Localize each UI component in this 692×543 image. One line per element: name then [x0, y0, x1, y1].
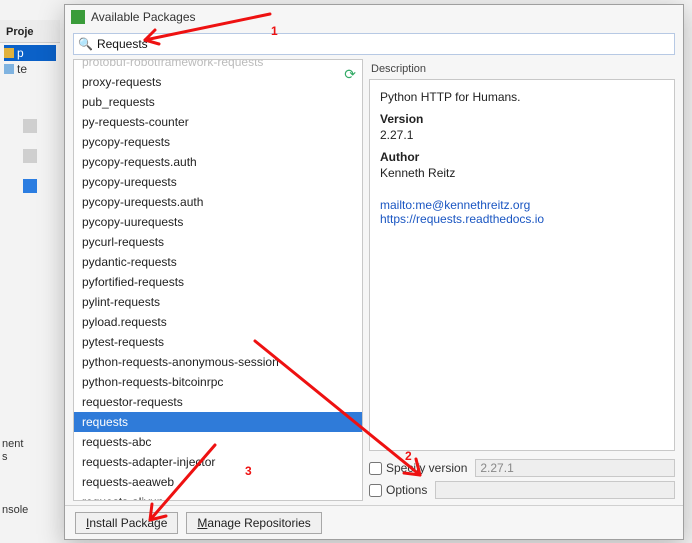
package-list-item[interactable]: pub_requests	[74, 92, 362, 112]
dialog-titlebar: Available Packages	[65, 5, 683, 29]
tool-icon[interactable]	[23, 119, 37, 133]
dialog-title: Available Packages	[91, 10, 196, 24]
search-icon: 🔍	[78, 37, 93, 51]
description-header: Description	[369, 59, 675, 79]
tool-icon[interactable]	[23, 179, 37, 193]
package-list-item[interactable]: requests-adapter-injector	[74, 452, 362, 472]
author-label: Author	[380, 150, 664, 164]
package-summary: Python HTTP for Humans.	[380, 90, 664, 104]
app-icon	[71, 10, 85, 24]
package-list-item[interactable]: pycopy-urequests.auth	[74, 192, 362, 212]
author-value: Kenneth Reitz	[380, 166, 664, 180]
options-checkbox[interactable]: Options	[369, 483, 427, 497]
dialog-footer: Install Package Manage Repositories	[65, 505, 683, 539]
tool-strip	[0, 119, 60, 193]
description-panel: Python HTTP for Humans. Version 2.27.1 A…	[369, 79, 675, 451]
version-label: Version	[380, 112, 664, 126]
package-list-item[interactable]: pycurl-requests	[74, 232, 362, 252]
package-list-item[interactable]: protobuf-robotframework-requests	[74, 60, 362, 72]
reload-icon[interactable]: ⟳	[344, 66, 356, 83]
package-list-item[interactable]: python-requests-bitcoinrpc	[74, 372, 362, 392]
project-sidebar: Proje p te nent s nsole	[0, 20, 60, 520]
install-package-button[interactable]: Install Package	[75, 512, 178, 534]
package-list-item[interactable]: pylint-requests	[74, 292, 362, 312]
package-list-item[interactable]: requests	[74, 412, 362, 432]
package-list-item[interactable]: pydantic-requests	[74, 252, 362, 272]
project-tree-item[interactable]: te	[4, 61, 56, 77]
package-list-item[interactable]: pyfortified-requests	[74, 272, 362, 292]
package-list-item[interactable]: pycopy-uurequests	[74, 212, 362, 232]
package-list-item[interactable]: requestor-requests	[74, 392, 362, 412]
package-list-item[interactable]: proxy-requests	[74, 72, 362, 92]
manage-repositories-button[interactable]: Manage Repositories	[186, 512, 321, 534]
specify-version-checkbox[interactable]: Specify version	[369, 461, 467, 475]
search-field[interactable]: 🔍	[73, 33, 675, 55]
package-list-item[interactable]: pyload.requests	[74, 312, 362, 332]
tool-icon[interactable]	[23, 149, 37, 163]
specify-version-input	[475, 459, 675, 477]
console-tab-stub[interactable]: nsole	[2, 504, 28, 516]
package-list-item[interactable]: pytest-requests	[74, 332, 362, 352]
package-list-item[interactable]: pycopy-requests.auth	[74, 152, 362, 172]
package-list-item[interactable]: requests-aliyun	[74, 492, 362, 500]
package-list-item[interactable]: requests-aeaweb	[74, 472, 362, 492]
specify-version-check[interactable]	[369, 462, 382, 475]
package-list-item[interactable]: pycopy-requests	[74, 132, 362, 152]
available-packages-dialog: Available Packages 🔍 ⟳ protobuf-robotfra…	[64, 4, 684, 540]
package-list-item[interactable]: py-requests-counter	[74, 112, 362, 132]
package-list: ⟳ protobuf-robotframework-requestsproxy-…	[73, 59, 363, 501]
project-panel-title: Proje	[0, 20, 60, 43]
settings-stub-text: nent s	[2, 438, 23, 464]
package-list-item[interactable]: python-requests-anonymous-session	[74, 352, 362, 372]
project-tree-item[interactable]: p	[4, 45, 56, 61]
options-input	[435, 481, 675, 499]
options-check[interactable]	[369, 484, 382, 497]
package-link[interactable]: mailto:me@kennethreitz.org	[380, 198, 664, 212]
package-list-item[interactable]: requests-abc	[74, 432, 362, 452]
package-list-item[interactable]: pycopy-urequests	[74, 172, 362, 192]
install-options: Specify version Options	[369, 457, 675, 501]
search-input[interactable]	[97, 37, 670, 51]
version-value: 2.27.1	[380, 128, 664, 142]
package-link[interactable]: https://requests.readthedocs.io	[380, 212, 664, 226]
